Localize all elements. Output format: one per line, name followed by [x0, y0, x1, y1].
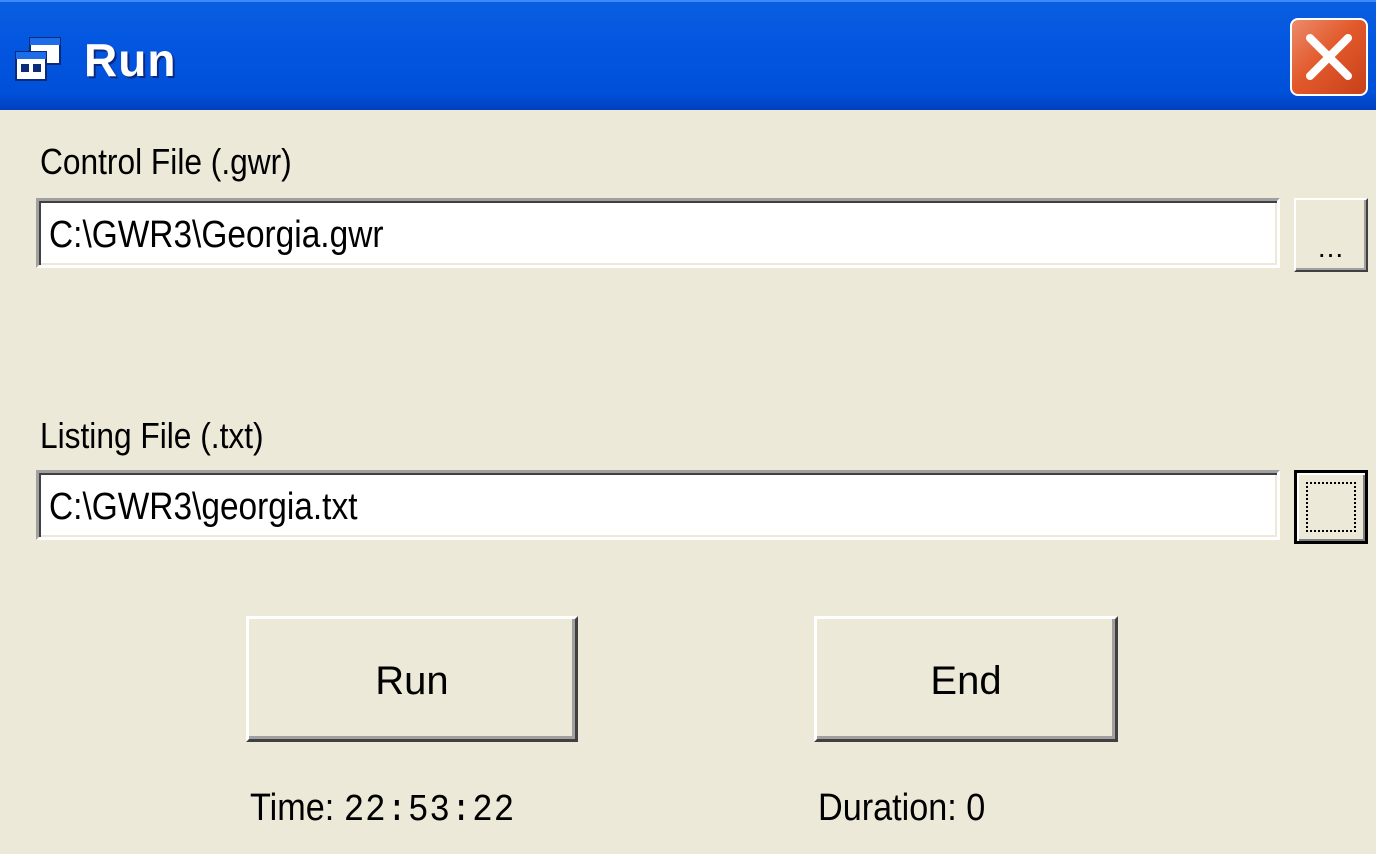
- control-file-value: C:\GWR3\Georgia.gwr: [49, 214, 384, 256]
- app-window-icon: [14, 36, 64, 84]
- listing-file-label: Listing File (.txt): [40, 415, 264, 456]
- listing-file-browse-button[interactable]: [1294, 470, 1368, 544]
- run-button-label: Run: [375, 659, 449, 703]
- listing-file-input[interactable]: C:\GWR3\georgia.txt: [36, 470, 1280, 540]
- duration-label: Duration:: [818, 787, 957, 829]
- control-file-browse-label: ...: [1317, 232, 1345, 263]
- title-bar[interactable]: Run: [0, 0, 1376, 110]
- time-status: Time: 22:53:22: [250, 786, 515, 833]
- end-button-label: End: [930, 659, 1002, 703]
- run-button[interactable]: Run: [246, 616, 578, 742]
- control-file-input[interactable]: C:\GWR3\Georgia.gwr: [36, 198, 1280, 268]
- close-icon: [1306, 34, 1352, 80]
- close-button[interactable]: [1290, 18, 1368, 96]
- duration-status: Duration: 0: [818, 786, 985, 830]
- time-value: 22:53:22: [343, 789, 516, 832]
- focus-rectangle: [1306, 482, 1356, 532]
- listing-file-value: C:\GWR3\georgia.txt: [49, 486, 358, 528]
- end-button[interactable]: End: [814, 616, 1118, 742]
- duration-value: 0: [966, 787, 986, 829]
- time-label: Time:: [250, 787, 335, 829]
- window-title: Run: [84, 34, 177, 86]
- control-file-browse-button[interactable]: ...: [1294, 198, 1368, 272]
- control-file-label: Control File (.gwr): [40, 141, 292, 182]
